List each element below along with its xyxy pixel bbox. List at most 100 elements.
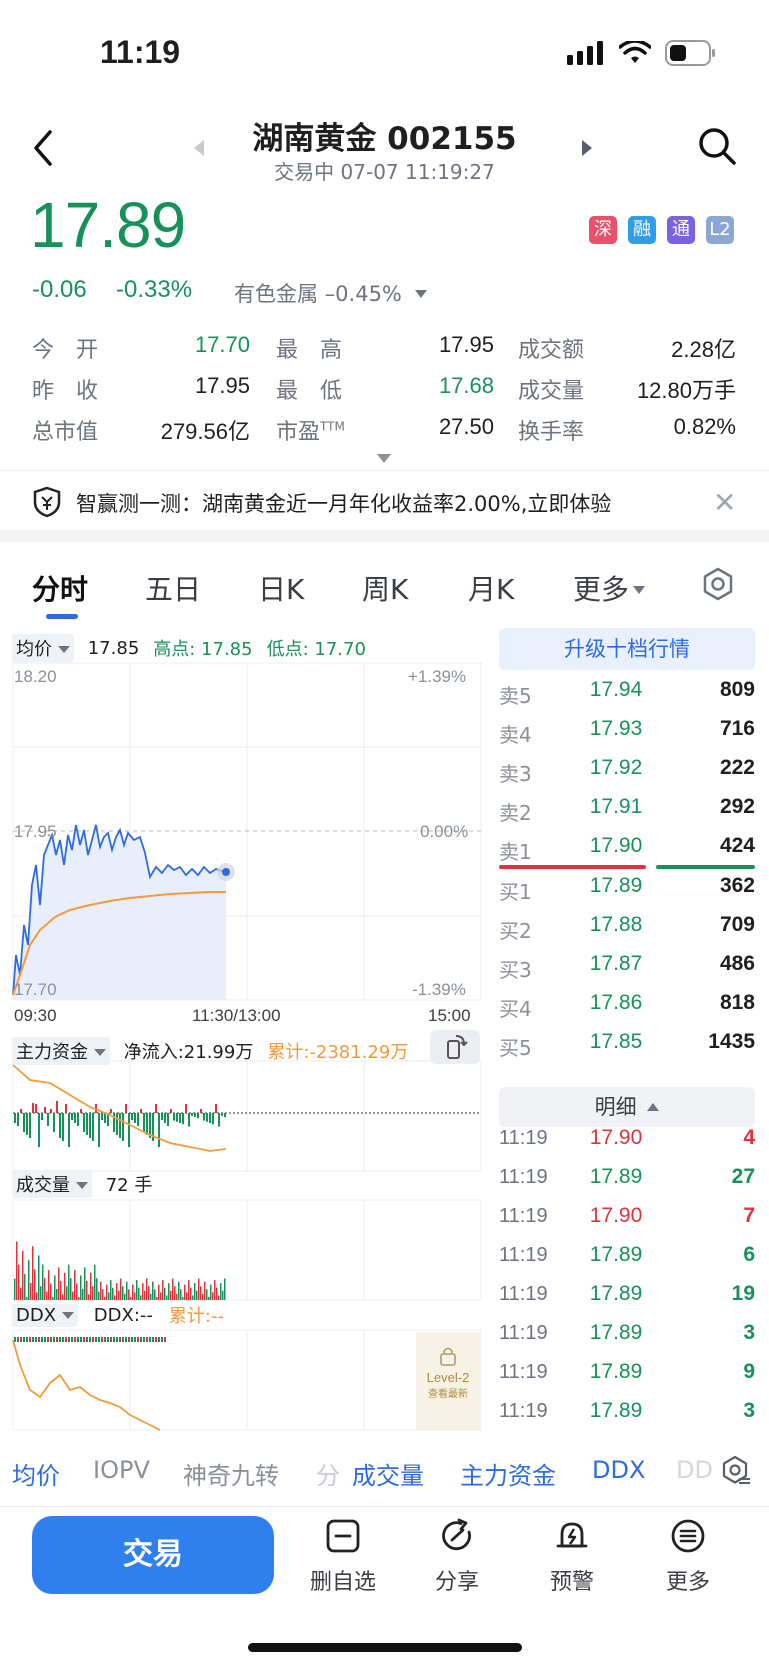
stat-value: 12.80万手 <box>636 378 736 403</box>
orderbook-price[interactable]: 17.90 <box>576 834 656 858</box>
capital-bar <box>101 1113 103 1120</box>
capital-bars <box>14 1101 226 1147</box>
orderbook-price[interactable]: 17.88 <box>576 913 656 937</box>
capital-bar <box>170 1109 172 1113</box>
stat-label: 成交额 <box>518 338 585 363</box>
capital-bar <box>26 1113 28 1135</box>
close-icon[interactable]: ✕ <box>713 486 736 519</box>
orderbook-price[interactable]: 17.93 <box>576 717 656 741</box>
orderbook-price[interactable]: 17.91 <box>576 795 656 819</box>
ddx-bar <box>14 1337 16 1342</box>
orderbook-price[interactable]: 17.94 <box>576 678 656 702</box>
orderbook-price[interactable]: 17.92 <box>576 756 656 780</box>
volume-selector[interactable]: 成交量 <box>12 1170 92 1198</box>
volume-bar <box>222 1290 224 1300</box>
volume-bar <box>158 1284 160 1300</box>
tab-more-label: 更多 <box>573 573 630 606</box>
tab-more[interactable]: 更多 <box>573 568 646 608</box>
indicator-tab-dd[interactable]: DD <box>676 1456 713 1484</box>
capital-bar <box>62 1113 64 1141</box>
more-button[interactable]: 更多 <box>643 1518 733 1596</box>
indicator-tab-volume[interactable]: 成交量 <box>352 1456 424 1491</box>
section-divider <box>0 530 769 542</box>
volume-bar <box>166 1295 168 1300</box>
promo-banner[interactable]: 智赢测一测：湖南黄金近一月年化收益率2.00%,立即体验 <box>76 488 611 518</box>
indicator-tab-partial[interactable]: 分 <box>316 1456 340 1491</box>
tab-five-day[interactable]: 五日 <box>145 568 201 608</box>
volume-bar <box>164 1287 166 1300</box>
volume-bar <box>90 1272 92 1300</box>
indicator-tab-nine-turn[interactable]: 神奇九转 <box>183 1456 279 1491</box>
capital-bar <box>173 1113 175 1121</box>
orderbook-volume: 486 <box>719 952 755 975</box>
ddx-bar <box>74 1337 76 1342</box>
volume-bar <box>88 1294 90 1300</box>
capital-bar <box>164 1113 166 1123</box>
prev-stock-icon[interactable] <box>194 140 204 156</box>
orderbook-price[interactable]: 17.89 <box>576 874 656 898</box>
alert-button[interactable]: 预警 <box>527 1518 617 1596</box>
capital-bar <box>185 1104 187 1113</box>
price-change-percent: -0.33% <box>116 276 193 303</box>
next-stock-icon[interactable] <box>582 140 592 156</box>
active-tab-indicator <box>46 614 78 619</box>
badge-tong[interactable]: 通 <box>667 216 695 244</box>
divider <box>0 470 769 471</box>
stat-label: 今 开 <box>32 338 99 363</box>
volume-bar <box>44 1278 46 1300</box>
rotate-button[interactable] <box>430 1030 480 1064</box>
stat-label: 总市值 <box>32 420 99 445</box>
volume-bar <box>22 1250 24 1300</box>
capital-bar <box>56 1101 58 1113</box>
expand-stats-icon[interactable] <box>377 454 391 463</box>
capital-bar <box>206 1113 208 1122</box>
volume-bar <box>68 1264 70 1300</box>
orderbook-price[interactable]: 17.85 <box>576 1030 656 1054</box>
ddx-bar <box>20 1337 22 1342</box>
tab-daily-k[interactable]: 日K <box>258 568 304 608</box>
indicator-tab-avg[interactable]: 均价 <box>12 1456 60 1491</box>
ddx-selector[interactable]: DDX <box>12 1303 78 1327</box>
ddx-bar <box>122 1337 124 1342</box>
tab-intraday[interactable]: 分时 <box>32 568 88 608</box>
share-button[interactable]: 分享 <box>412 1518 502 1596</box>
volume-bar <box>146 1278 148 1300</box>
stat-value: 17.68 <box>438 373 494 398</box>
capital-bar <box>14 1113 16 1123</box>
volume-bar <box>128 1289 130 1300</box>
upgrade-depth-button[interactable]: 升级十档行情 <box>499 628 755 670</box>
chevron-up-icon <box>647 1103 660 1111</box>
volume-bar <box>202 1293 204 1300</box>
sector-dropdown[interactable]: 有色金属 –0.45% <box>234 278 427 308</box>
capital-bar <box>38 1113 40 1147</box>
volume-bar <box>178 1281 180 1300</box>
orderbook-price[interactable]: 17.86 <box>576 991 656 1015</box>
settings-icon[interactable] <box>701 567 735 601</box>
tab-monthly-k[interactable]: 月K <box>468 568 514 608</box>
capital-bar <box>32 1103 34 1113</box>
indicator-tab-ddx[interactable]: DDX <box>592 1456 645 1484</box>
badge-l2[interactable]: L2 <box>706 216 734 244</box>
indicator-settings-icon[interactable] <box>719 1455 751 1487</box>
capital-bar <box>140 1109 142 1113</box>
tab-weekly-k[interactable]: 周K <box>362 568 408 608</box>
badge-rong[interactable]: 融 <box>628 216 656 244</box>
volume-bar <box>142 1283 144 1300</box>
search-icon[interactable] <box>697 126 737 166</box>
volume-bar <box>78 1297 80 1300</box>
indicator-tab-capital[interactable]: 主力资金 <box>460 1456 556 1491</box>
level2-lock[interactable]: Level-2 查看最新 <box>416 1346 480 1400</box>
trade-button[interactable]: 交易 <box>32 1516 274 1594</box>
indicator-tab-iopv[interactable]: IOPV <box>93 1456 150 1484</box>
orderbook-price[interactable]: 17.87 <box>576 952 656 976</box>
ddx-bar <box>152 1337 154 1342</box>
volume-bar <box>96 1278 98 1300</box>
volume-bar <box>14 1278 16 1300</box>
capital-selector[interactable]: 主力资金 <box>12 1037 110 1065</box>
volume-value: 72 手 <box>105 1175 153 1196</box>
detail-toggle[interactable]: 明细 <box>499 1087 755 1127</box>
volume-bar <box>136 1280 138 1300</box>
capital-bar <box>29 1113 31 1138</box>
remove-watchlist-button[interactable]: 删自选 <box>298 1518 388 1596</box>
badge-shen[interactable]: 深 <box>589 216 617 244</box>
